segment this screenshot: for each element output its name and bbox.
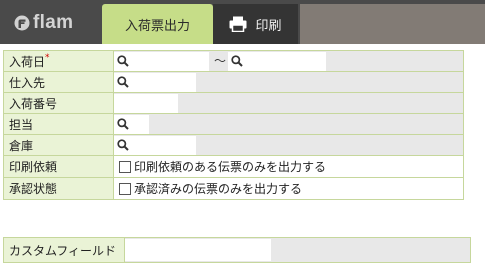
staff-label: 担当 xyxy=(3,113,114,135)
logo-text: flam xyxy=(33,12,74,33)
form-row-print-request: 印刷依頼 印刷依頼のある伝票のみを出力する xyxy=(3,155,464,178)
top-bar: flam 入荷票出力 印刷 xyxy=(0,0,485,44)
printer-icon xyxy=(229,16,247,32)
search-form: 入荷日* 〜 仕入先 入荷番号 担当 倉庫 印刷依頼 印刷依頼のある伝票のみを出… xyxy=(3,50,464,200)
print-request-checkbox[interactable] xyxy=(119,160,131,173)
print-request-checkbox-label: 印刷依頼のある伝票のみを出力する xyxy=(134,160,327,174)
custom-field-value-cell xyxy=(125,238,470,262)
approval-status-checkbox[interactable] xyxy=(119,182,131,195)
custom-field-row: カスタムフィールド xyxy=(3,237,471,263)
warehouse-label: 倉庫 xyxy=(3,134,114,156)
arrival-date-value-cell: 〜 xyxy=(113,50,464,72)
tab-bar-filler xyxy=(300,4,485,44)
date-range-separator: 〜 xyxy=(214,54,227,68)
arrival-date-label-text: 入荷日 xyxy=(9,54,46,69)
tab-arrival-slip-output[interactable]: 入荷票出力 xyxy=(102,4,213,44)
arrival-number-value-cell xyxy=(113,92,464,114)
print-request-label: 印刷依頼 xyxy=(3,155,114,178)
supplier-input[interactable] xyxy=(114,73,196,92)
warehouse-input[interactable] xyxy=(114,136,196,155)
approval-status-value-cell: 承認済みの伝票のみを出力する xyxy=(113,177,464,200)
approval-status-checkbox-option[interactable]: 承認済みの伝票のみを出力する xyxy=(114,178,463,199)
approval-status-checkbox-label: 承認済みの伝票のみを出力する xyxy=(134,182,303,196)
supplier-label: 仕入先 xyxy=(3,71,114,93)
tab-arrival-slip-output-label: 入荷票出力 xyxy=(124,18,190,34)
form-row-supplier: 仕入先 xyxy=(3,71,464,93)
arrival-number-label: 入荷番号 xyxy=(3,92,114,114)
flam-logo-icon xyxy=(14,15,30,31)
form-row-warehouse: 倉庫 xyxy=(3,134,464,156)
search-icon xyxy=(117,76,129,88)
search-icon xyxy=(117,118,129,130)
search-icon xyxy=(117,139,129,151)
app-logo[interactable]: flam xyxy=(14,10,73,36)
form-row-staff: 担当 xyxy=(3,113,464,135)
form-row-arrival-date: 入荷日* 〜 xyxy=(3,50,464,72)
search-icon xyxy=(117,55,129,67)
warehouse-value-cell xyxy=(113,134,464,156)
custom-field-label: カスタムフィールド xyxy=(4,238,125,262)
arrival-date-from-input[interactable] xyxy=(114,52,209,71)
supplier-value-cell xyxy=(113,71,464,93)
form-row-approval-status: 承認状態 承認済みの伝票のみを出力する xyxy=(3,177,464,200)
form-row-arrival-number: 入荷番号 xyxy=(3,92,464,114)
staff-value-cell xyxy=(113,113,464,135)
staff-input[interactable] xyxy=(114,115,149,134)
search-icon xyxy=(231,55,243,67)
arrival-date-to-input[interactable] xyxy=(228,52,326,71)
tab-print-label: 印刷 xyxy=(255,18,282,34)
custom-field-input[interactable] xyxy=(125,239,271,261)
print-request-value-cell: 印刷依頼のある伝票のみを出力する xyxy=(113,155,464,178)
required-mark: * xyxy=(45,52,50,63)
approval-status-label: 承認状態 xyxy=(3,177,114,200)
tab-print[interactable]: 印刷 xyxy=(213,4,298,44)
arrival-number-input[interactable] xyxy=(114,94,178,113)
print-request-checkbox-option[interactable]: 印刷依頼のある伝票のみを出力する xyxy=(114,156,463,177)
arrival-date-label: 入荷日* xyxy=(3,50,114,72)
